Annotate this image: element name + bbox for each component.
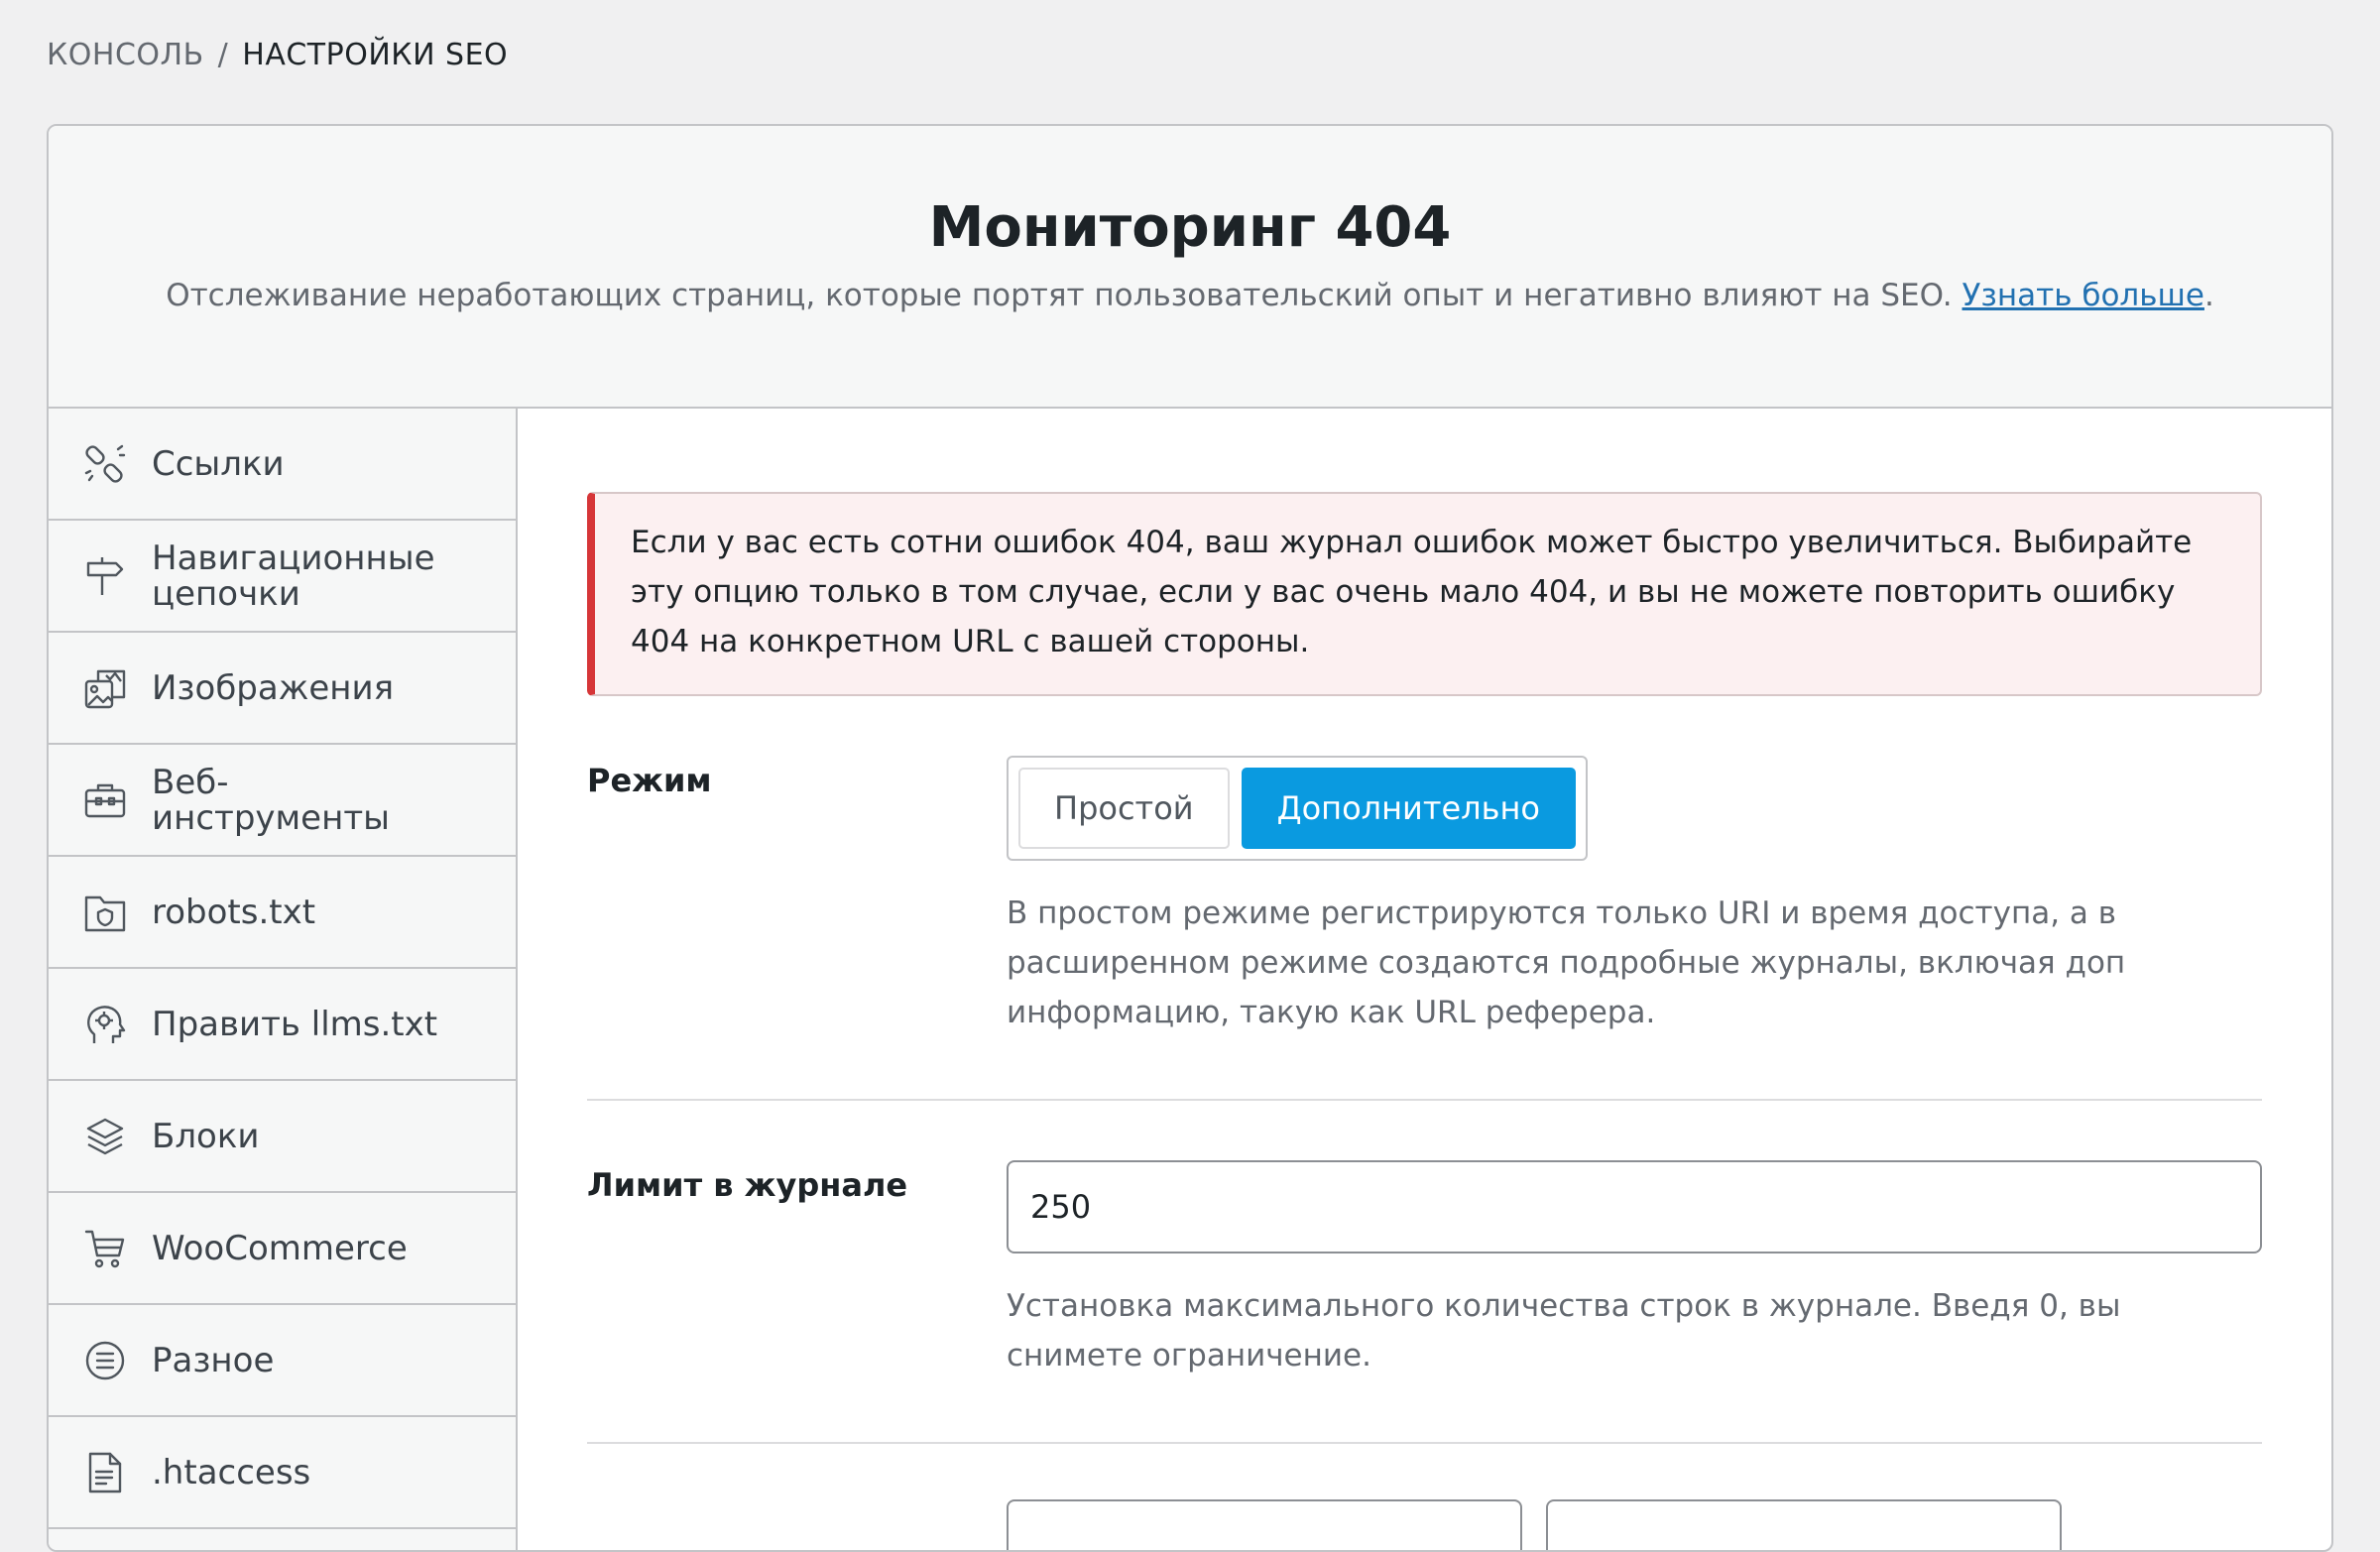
learn-more-link[interactable]: Узнать больше (1963, 278, 2204, 313)
settings-panel: Мониторинг 404 Отслеживание неработающих… (47, 124, 2333, 1552)
toolbox-icon (82, 777, 128, 823)
page-description-text: Отслеживание неработающих страниц, котор… (166, 278, 1953, 313)
list-circle-icon (82, 1338, 128, 1383)
signpost-icon (82, 553, 128, 599)
mode-toggle-group: Простой Дополнительно (1007, 756, 1588, 861)
link-broken-icon (82, 441, 128, 487)
log-limit-input[interactable] (1007, 1160, 2262, 1254)
sidebar-item-misc[interactable]: Разное (49, 1305, 516, 1417)
mode-help-text: В простом режиме регистрируются только U… (1007, 895, 2126, 1030)
sidebar-item-label: robots.txt (152, 892, 316, 932)
next-setting-control[interactable] (1007, 1499, 1522, 1550)
sidebar-item-images[interactable]: Изображения (49, 633, 516, 745)
breadcrumb-separator: / (217, 38, 229, 72)
next-setting-row (587, 1444, 2262, 1550)
sidebar-item-htaccess[interactable]: .htaccess (49, 1417, 516, 1529)
description-period: . (2203, 278, 2214, 313)
mode-label: Режим (587, 762, 712, 799)
sidebar-item-llms-txt[interactable]: Править llms.txt (49, 969, 516, 1081)
file-icon (82, 1450, 128, 1495)
sidebar-item-webmaster-tools[interactable]: Веб-инструменты (49, 745, 516, 857)
page-title: Мониторинг 404 (928, 195, 1452, 260)
log-limit-help-text: Установка максимального количества строк… (1007, 1288, 2121, 1373)
mode-field: Простой Дополнительно В простом режиме р… (1007, 756, 2262, 1037)
sidebar-item-breadcrumbs[interactable]: Навигационные цепочки (49, 521, 516, 633)
log-limit-label: Лимит в журнале (587, 1166, 908, 1204)
breadcrumb-dashboard-link[interactable]: КОНСОЛЬ (47, 38, 204, 72)
sidebar-item-label: .htaccess (152, 1452, 311, 1492)
next-setting-control-2[interactable] (1546, 1499, 2062, 1550)
blocks-icon (82, 1114, 128, 1159)
sidebar-item-blocks[interactable]: Блоки (49, 1081, 516, 1193)
folder-shield-icon (82, 890, 128, 935)
settings-content: Если у вас есть сотни ошибок 404, ваш жу… (518, 409, 2331, 1550)
sidebar-item-woocommerce[interactable]: WooCommerce (49, 1193, 516, 1305)
warning-notice: Если у вас есть сотни ошибок 404, ваш жу… (587, 492, 2262, 696)
mode-advanced-button[interactable]: Дополнительно (1241, 768, 1576, 849)
sidebar-item-label: WooCommerce (152, 1228, 408, 1268)
breadcrumb-current: НАСТРОЙКИ SEO (242, 38, 509, 72)
breadcrumb: КОНСОЛЬ / НАСТРОЙКИ SEO (47, 38, 508, 72)
panel-body: Ссылки Навигационные цепочки Изображения… (49, 409, 2331, 1550)
mode-simple-button[interactable]: Простой (1018, 768, 1230, 849)
log-limit-setting-row: Лимит в журнале Установка максимального … (587, 1101, 2262, 1444)
sidebar-item-links[interactable]: Ссылки (49, 409, 516, 521)
settings-sidebar: Ссылки Навигационные цепочки Изображения… (49, 409, 518, 1550)
mode-setting-row: Режим Простой Дополнительно В простом ре… (587, 696, 2262, 1101)
sidebar-item-label: Веб-инструменты (152, 762, 390, 838)
sidebar-item-label: Разное (152, 1340, 275, 1380)
sidebar-item-label: Изображения (152, 667, 395, 708)
ai-head-icon (82, 1002, 128, 1047)
sidebar-item-label: Навигационные цепочки (152, 537, 435, 614)
page-description: Отслеживание неработающих страниц, котор… (49, 278, 2331, 313)
panel-header: Мониторинг 404 Отслеживание неработающих… (49, 126, 2331, 409)
sidebar-item-label: Ссылки (152, 443, 285, 484)
images-icon (82, 665, 128, 711)
cart-icon (82, 1226, 128, 1271)
sidebar-item-label: Править llms.txt (152, 1004, 438, 1044)
sidebar-item-label: Блоки (152, 1116, 260, 1156)
log-limit-field: Установка максимального количества строк… (1007, 1160, 2262, 1380)
sidebar-item-robots-txt[interactable]: robots.txt (49, 857, 516, 969)
